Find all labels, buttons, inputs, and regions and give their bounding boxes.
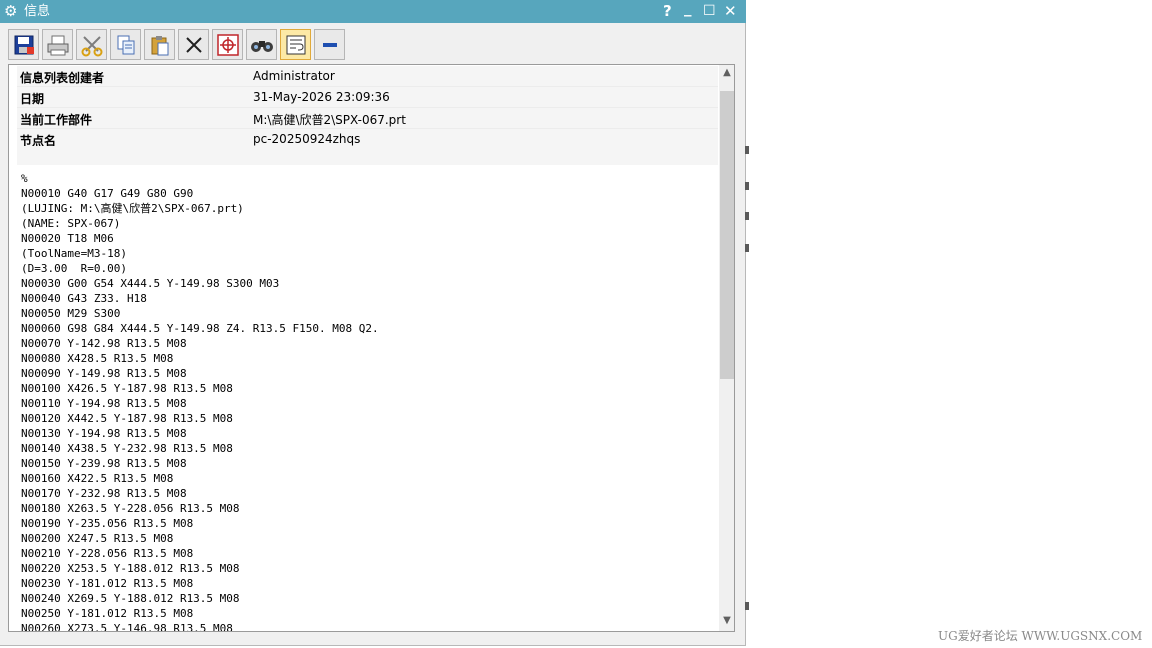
print-button[interactable]	[42, 29, 73, 60]
locate-button[interactable]	[212, 29, 243, 60]
info-key: 当前工作部件	[20, 113, 93, 127]
maximize-button[interactable]: ☐	[703, 1, 716, 21]
delete-icon	[185, 36, 202, 53]
copy-icon	[117, 35, 134, 54]
info-key: 信息列表创建者	[20, 71, 105, 85]
minimize-button[interactable]: _	[684, 0, 692, 18]
info-table: 信息列表创建者 Administrator 日期 31-May-2026 23:…	[17, 66, 718, 150]
background-edge-mark	[745, 182, 749, 190]
info-window: ⚙ 信息 ? _ ☐ ✕ 信息列表创建者 Administrator 日期 31…	[0, 0, 746, 646]
close-button[interactable]: ✕	[724, 1, 737, 21]
nc-code-listing[interactable]: % N00010 G40 G17 G49 G80 G90 (LUJING: M:…	[21, 171, 711, 631]
info-panel: 信息列表创建者 Administrator 日期 31-May-2026 23:…	[8, 64, 735, 632]
info-value: 31-May-2026 23:09:36	[253, 90, 390, 104]
print-icon	[47, 35, 68, 55]
help-button[interactable]: ?	[663, 1, 672, 21]
gear-icon[interactable]: ⚙	[4, 1, 17, 21]
background-edge-mark	[745, 602, 749, 610]
collapse-button[interactable]	[314, 29, 345, 60]
delete-button[interactable]	[178, 29, 209, 60]
info-value: M:\高健\欣普2\SPX-067.prt	[253, 113, 406, 127]
background-edge-mark	[745, 146, 749, 154]
toolbar	[0, 23, 745, 65]
watermark-text: UG爱好者论坛 WWW.UGSNX.COM	[938, 629, 1143, 643]
info-value: pc-20250924zhqs	[253, 132, 361, 146]
minus-icon	[322, 42, 337, 47]
paste-icon	[151, 35, 168, 55]
locate-icon	[216, 33, 239, 56]
word-wrap-button[interactable]	[280, 29, 311, 60]
paste-button[interactable]	[144, 29, 175, 60]
info-row: 当前工作部件 M:\高健\欣普2\SPX-067.prt	[17, 108, 718, 129]
window-title: 信息	[24, 4, 51, 19]
title-bar[interactable]: ⚙ 信息 ? _ ☐ ✕	[0, 0, 746, 23]
section-separator	[17, 146, 718, 165]
cut-icon	[81, 35, 102, 56]
info-value: Administrator	[253, 69, 335, 83]
info-row: 信息列表创建者 Administrator	[17, 66, 718, 87]
background-edge-mark	[745, 244, 749, 252]
copy-button[interactable]	[110, 29, 141, 60]
save-button[interactable]	[8, 29, 39, 60]
info-key: 日期	[20, 92, 45, 106]
cut-button[interactable]	[76, 29, 107, 60]
binoculars-icon	[250, 40, 273, 52]
find-button[interactable]	[246, 29, 277, 60]
scroll-thumb[interactable]	[720, 91, 734, 379]
vertical-scrollbar[interactable]: ▲ ▼	[719, 65, 734, 631]
save-icon	[14, 35, 34, 54]
info-row: 日期 31-May-2026 23:09:36	[17, 87, 718, 108]
scroll-down-icon[interactable]: ▼	[719, 613, 734, 629]
background-edge-mark	[745, 212, 749, 220]
word-wrap-icon	[286, 35, 305, 54]
scroll-up-icon[interactable]: ▲	[719, 65, 734, 81]
